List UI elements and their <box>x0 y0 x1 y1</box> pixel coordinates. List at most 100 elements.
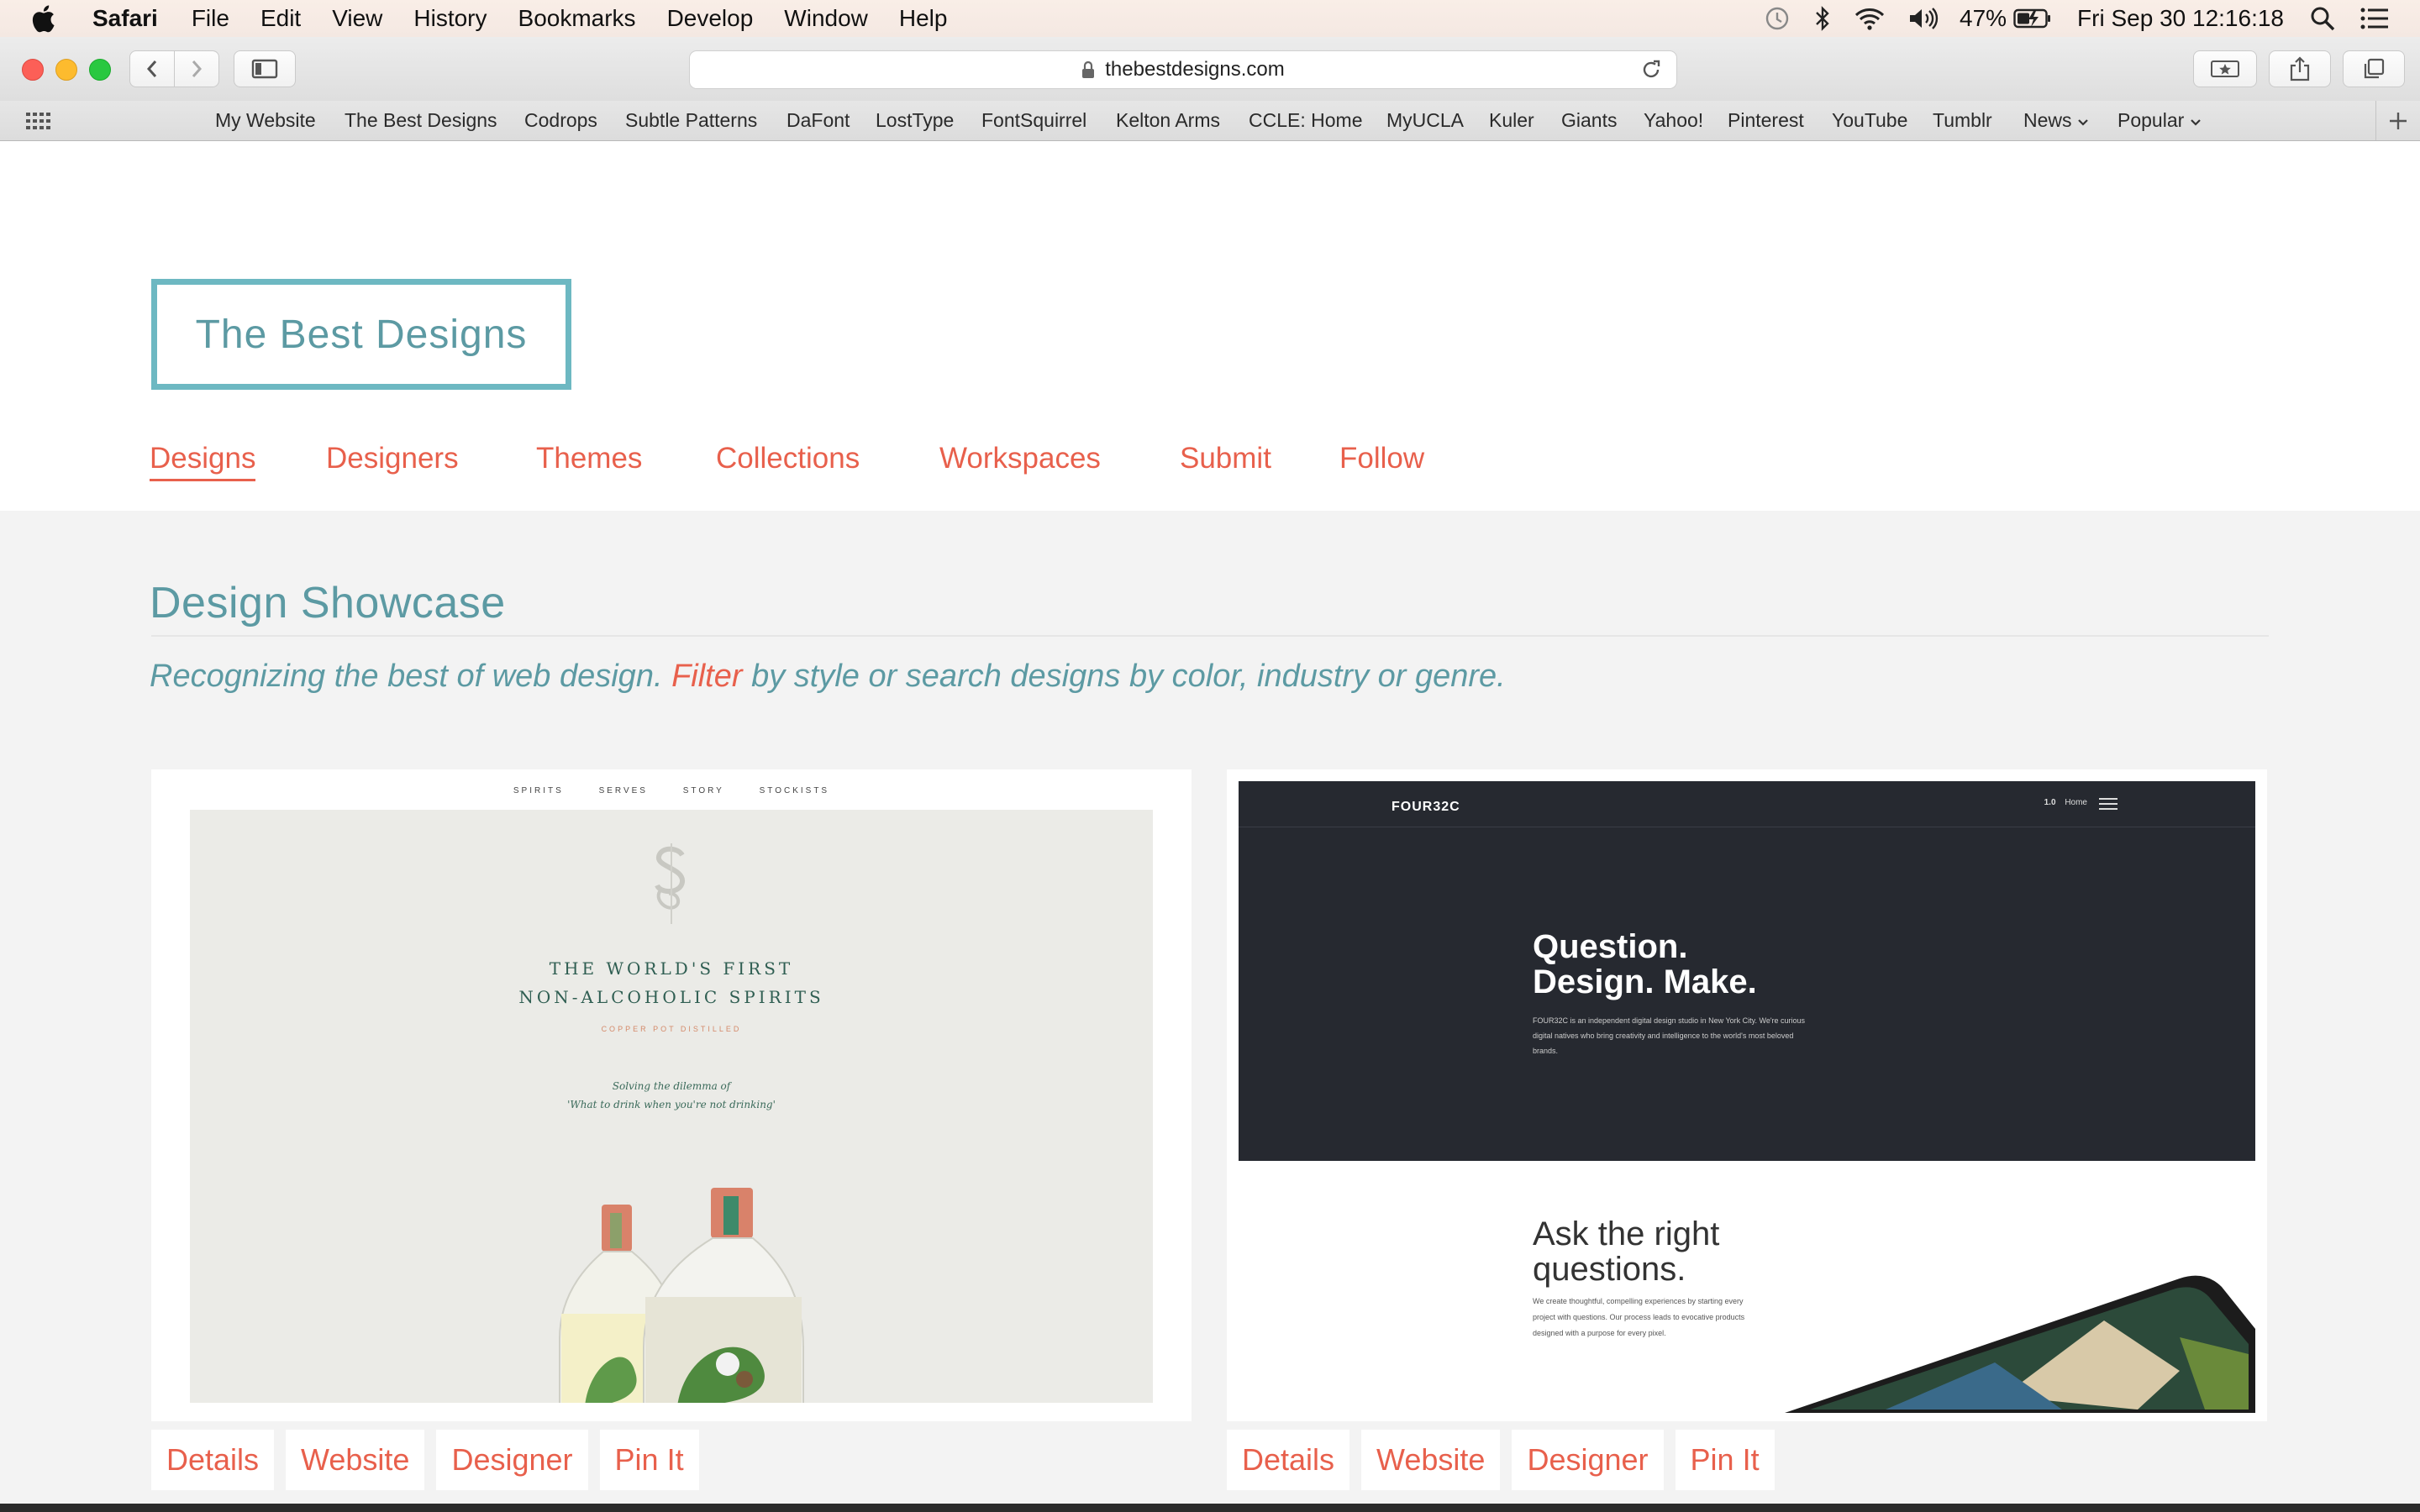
menu-develop[interactable]: Develop <box>667 5 754 32</box>
bluetooth-icon[interactable] <box>1813 4 1832 33</box>
thumbnail-nav-label: Home <box>2065 798 2087 807</box>
thumbnail-nav-number: 1.0 <box>2044 798 2056 807</box>
divider <box>151 635 2269 637</box>
bookmark-item[interactable]: DaFont <box>786 109 850 132</box>
menu-help[interactable]: Help <box>899 5 948 32</box>
notification-center-icon[interactable] <box>2360 6 2390 31</box>
share-button[interactable] <box>2269 50 2331 87</box>
bottles-illustration <box>559 1188 804 1403</box>
bookmark-folder-popular[interactable]: Popular <box>2118 109 2202 132</box>
chevron-down-icon <box>2078 119 2088 126</box>
address-bar[interactable]: thebestdesigns.com <box>689 50 1677 89</box>
thumbnail-nav-item: STOCKISTS <box>759 786 830 795</box>
thumbnail-nav-item: SPIRITS <box>513 786 564 795</box>
subtitle-line: Solving the dilemma of <box>612 1080 731 1092</box>
bookmark-item[interactable]: The Best Designs <box>345 109 497 132</box>
page-title: Design Showcase <box>150 579 506 627</box>
apple-icon[interactable] <box>30 4 55 33</box>
volume-icon[interactable] <box>1907 6 1941 31</box>
details-button[interactable]: Details <box>151 1430 275 1490</box>
bookmark-item[interactable]: CCLE: Home <box>1249 109 1362 132</box>
battery-icon[interactable] <box>2013 8 2052 29</box>
bookmark-item[interactable]: LostType <box>876 109 954 132</box>
pin-it-button[interactable]: Pin It <box>599 1430 699 1490</box>
bookmark-item[interactable]: Yahoo! <box>1644 109 1703 132</box>
design-card-thumbnail[interactable]: FOUR32C 1.0 Home Question. Design. Make.… <box>1227 769 2267 1421</box>
hamburger-icon <box>2099 798 2118 810</box>
menu-window[interactable]: Window <box>784 5 868 32</box>
minimize-window-button[interactable] <box>55 59 77 81</box>
pin-it-button[interactable]: Pin It <box>1675 1430 1775 1490</box>
forward-button[interactable] <box>174 50 219 87</box>
new-tab-button[interactable] <box>2375 101 2420 140</box>
thumbnail-nav-item: STORY <box>682 786 724 795</box>
bookmark-item[interactable]: Kuler <box>1489 109 1534 132</box>
nav-themes[interactable]: Themes <box>536 442 642 475</box>
sidebar-toggle-button[interactable] <box>234 50 296 87</box>
bookmark-item[interactable]: Pinterest <box>1728 109 1804 132</box>
close-window-button[interactable] <box>22 59 44 81</box>
tablet-illustration <box>1785 1275 2255 1413</box>
design-card-thumbnail[interactable]: SPIRITS SERVES STORY STOCKISTS THE WORLD… <box>151 769 1192 1421</box>
bookmark-item[interactable]: FontSquirrel <box>981 109 1086 132</box>
nav-workspaces[interactable]: Workspaces <box>939 442 1101 475</box>
subheading-line: questions. <box>1533 1251 1686 1288</box>
thumbnail-nav: SPIRITS SERVES STORY STOCKISTS <box>151 786 1192 795</box>
menubar-clock[interactable]: Fri Sep 30 12:16:18 <box>2077 5 2284 32</box>
bookmarks-bar: My Website The Best Designs Codrops Subt… <box>0 101 2420 141</box>
chevron-left-icon <box>146 60 157 77</box>
fullscreen-window-button[interactable] <box>89 59 111 81</box>
wifi-icon[interactable] <box>1854 6 1886 31</box>
menu-bookmarks[interactable]: Bookmarks <box>518 5 636 32</box>
tabs-overview-button[interactable] <box>2343 50 2405 87</box>
thumbnail-brand: FOUR32C <box>1392 800 1460 814</box>
designer-button[interactable]: Designer <box>1512 1430 1664 1490</box>
bookmark-folder-label: Popular <box>2118 109 2185 131</box>
thumbnail-body: We create thoughtful, compelling experie… <box>1533 1297 1745 1337</box>
star-icon <box>2211 60 2239 77</box>
top-sites-button[interactable] <box>2193 50 2257 87</box>
menu-app-name[interactable]: Safari <box>92 5 158 32</box>
time-machine-icon[interactable] <box>1763 4 1791 33</box>
headline-line: Question. <box>1533 928 1688 965</box>
nav-collections[interactable]: Collections <box>716 442 860 475</box>
bookmark-folder-label: News <box>2023 109 2072 131</box>
spotlight-icon[interactable] <box>2309 5 2336 32</box>
bookmark-item[interactable]: YouTube <box>1832 109 1907 132</box>
menu-view[interactable]: View <box>332 5 382 32</box>
nav-submit[interactable]: Submit <box>1180 442 1271 475</box>
bookmark-item[interactable]: My Website <box>215 109 316 132</box>
reload-icon[interactable] <box>1639 58 1663 81</box>
nav-designs[interactable]: Designs <box>150 442 256 481</box>
designer-button[interactable]: Designer <box>436 1430 588 1490</box>
thumbnail-screenshot: THE WORLD'S FIRST NON-ALCOHOLIC SPIRITS … <box>190 810 1153 1403</box>
monogram-logo <box>655 843 685 924</box>
lock-icon <box>1082 60 1095 78</box>
nav-follow[interactable]: Follow <box>1339 442 1424 475</box>
bookmark-item[interactable]: MyUCLA <box>1386 109 1464 132</box>
macos-menu-bar: Safari File Edit View History Bookmarks … <box>0 0 2420 37</box>
site-logo[interactable]: The Best Designs <box>151 279 571 390</box>
card-actions: Details Website Designer Pin It <box>1227 1430 1786 1490</box>
back-button[interactable] <box>129 50 175 87</box>
menu-history[interactable]: History <box>413 5 487 32</box>
battery-percentage: 47% <box>1960 5 2007 31</box>
bookmark-folder-news[interactable]: News <box>2023 109 2089 132</box>
menu-file[interactable]: File <box>192 5 229 32</box>
website-button[interactable]: Website <box>286 1430 425 1490</box>
nav-designers[interactable]: Designers <box>326 442 459 475</box>
dock-edge <box>0 1504 2420 1512</box>
details-button[interactable]: Details <box>1227 1430 1350 1490</box>
website-button[interactable]: Website <box>1361 1430 1501 1490</box>
bookmark-item[interactable]: Codrops <box>524 109 597 132</box>
bookmark-item[interactable]: Subtle Patterns <box>625 109 757 132</box>
menu-edit[interactable]: Edit <box>260 5 301 32</box>
bookmark-item[interactable]: Tumblr <box>1933 109 1992 132</box>
site-header: The Best Designs Designs Designers Theme… <box>0 141 2420 511</box>
bookmark-item[interactable]: Kelton Arms <box>1116 109 1220 132</box>
headline-line: Design. Make. <box>1533 963 1757 1000</box>
filter-link[interactable]: Filter <box>671 659 742 694</box>
bookmark-item[interactable]: Giants <box>1561 109 1617 132</box>
tagline: Recognizing the best of web design. Filt… <box>150 659 1506 695</box>
apps-grid-icon[interactable] <box>25 111 50 131</box>
